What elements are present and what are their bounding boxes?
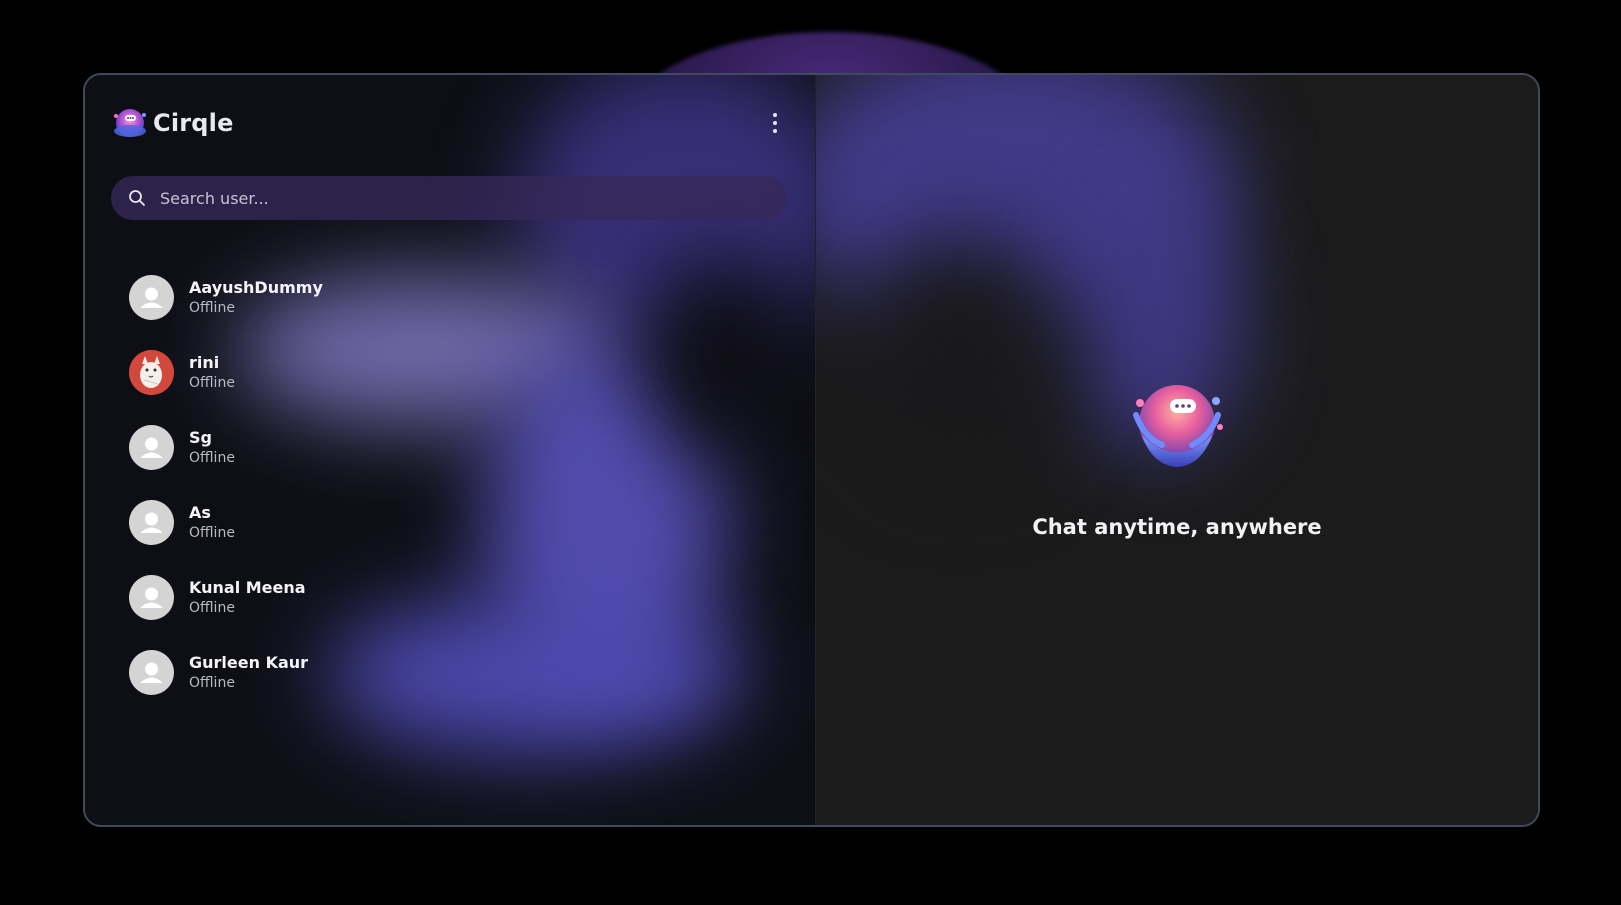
user-name: rini [189, 352, 220, 372]
more-options-button[interactable] [761, 107, 789, 139]
user-list-item[interactable]: As Offline [129, 485, 769, 560]
user-name: As [189, 502, 211, 522]
more-vertical-icon-dot [773, 121, 777, 125]
user-status: Offline [189, 449, 235, 466]
user-status: Offline [189, 599, 235, 616]
default-avatar-icon [129, 650, 174, 695]
user-name: Kunal Meena [189, 577, 306, 597]
user-info: Kunal Meena Offline [189, 578, 306, 618]
app-window: Cirqle Search user... AayushDummy Offlin… [83, 73, 1540, 827]
user-list-item[interactable]: Sg Offline [129, 410, 769, 485]
more-vertical-icon-dot [773, 129, 777, 133]
user-info: Sg Offline [189, 428, 235, 468]
user-list: AayushDummy Offline rini Offline Sg Offl… [129, 260, 769, 710]
default-avatar-icon [129, 575, 174, 620]
sidebar-header: Cirqle [111, 103, 789, 143]
user-name: Sg [189, 427, 212, 447]
default-avatar-icon [129, 275, 174, 320]
user-status: Offline [189, 524, 235, 541]
user-info: As Offline [189, 503, 235, 543]
user-status: Offline [189, 374, 235, 391]
user-list-item[interactable]: rini Offline [129, 335, 769, 410]
cirqle-logo-icon [114, 109, 146, 137]
more-vertical-icon [773, 113, 777, 117]
user-info: AayushDummy Offline [189, 278, 323, 318]
screen: Cirqle Search user... AayushDummy Offlin… [0, 0, 1621, 905]
user-list-item[interactable]: AayushDummy Offline [129, 260, 769, 335]
user-name: AayushDummy [189, 277, 323, 297]
user-info: rini Offline [189, 353, 235, 393]
welcome-tagline: Chat anytime, anywhere [1032, 515, 1322, 539]
welcome-panel: Chat anytime, anywhere [816, 375, 1538, 539]
search-input[interactable] [158, 187, 787, 209]
user-status: Offline [189, 674, 235, 691]
app-title: Cirqle [153, 109, 234, 137]
sidebar: Cirqle Search user... AayushDummy Offlin… [85, 75, 815, 825]
user-list-item[interactable]: Gurleen Kaur Offline [129, 635, 769, 710]
default-avatar-icon [129, 425, 174, 470]
cat-avatar-image [129, 350, 174, 395]
chat-globe-illustration [1133, 385, 1223, 467]
logo[interactable]: Cirqle [111, 106, 234, 140]
chat-panel: Chat anytime, anywhere [816, 75, 1538, 825]
search-icon [129, 190, 145, 206]
default-avatar-icon [129, 500, 174, 545]
user-name: Gurleen Kaur [189, 652, 309, 672]
search-bar [111, 176, 787, 220]
user-info: Gurleen Kaur Offline [189, 653, 308, 693]
user-list-item[interactable]: Kunal Meena Offline [129, 560, 769, 635]
user-status: Offline [189, 299, 235, 316]
